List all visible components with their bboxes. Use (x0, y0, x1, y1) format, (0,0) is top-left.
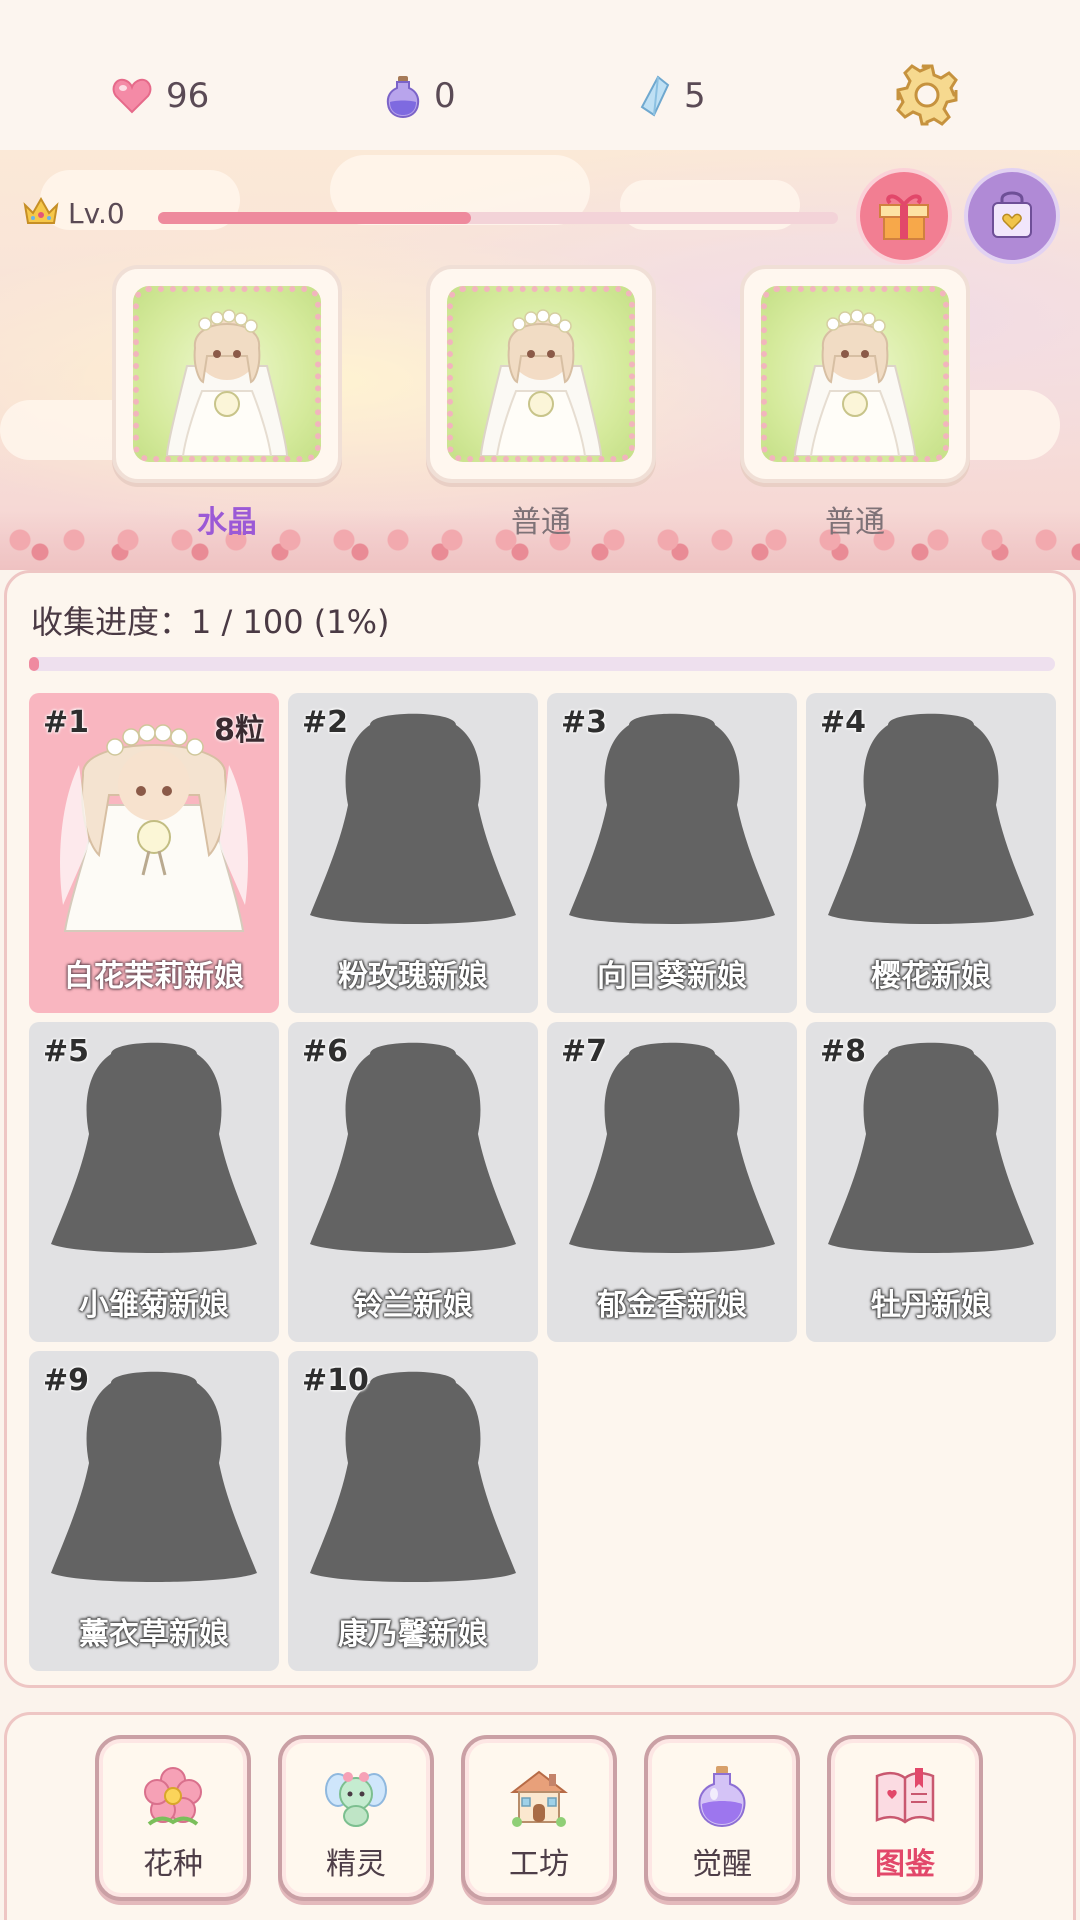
card-number: #8 (820, 1034, 867, 1069)
slot-rarity-label: 普通 (825, 505, 885, 540)
tab-label: 工坊 (509, 1847, 569, 1882)
collection-panel: 收集进度：1 / 100 (1%) #1 8粒白花茉莉新娘 #2 粉玫瑰新娘 #3 向日葵… (4, 570, 1076, 1688)
slot-rarity-label: 水晶 (197, 505, 257, 540)
card-name: 铃兰新娘 (353, 1288, 473, 1323)
slot-frame (426, 265, 656, 483)
display-slot[interactable]: 普通 (426, 265, 656, 541)
card-name: 白花茉莉新娘 (64, 959, 244, 994)
gift-icon (876, 187, 932, 245)
display-slot[interactable]: 普通 (740, 265, 970, 541)
collection-progress-bar (29, 657, 1055, 671)
card-name: 薰衣草新娘 (79, 1617, 229, 1652)
collection-card[interactable]: #8 牡丹新娘 (806, 1022, 1056, 1342)
potions-value: 0 (434, 76, 456, 116)
tab-label: 觉醒 (692, 1847, 752, 1882)
shop-bag-button[interactable] (968, 172, 1056, 260)
collection-card[interactable]: #9 薰衣草新娘 (29, 1351, 279, 1671)
card-name: 康乃馨新娘 (338, 1617, 488, 1652)
card-number: #7 (561, 1034, 608, 1069)
card-number: #10 (302, 1363, 369, 1398)
card-name: 向日葵新娘 (597, 959, 747, 994)
tab-label: 精灵 (326, 1847, 386, 1882)
bride-figure-icon (479, 309, 603, 456)
tab-spirits[interactable]: 精灵 (278, 1735, 434, 1901)
gift-button[interactable] (860, 172, 948, 260)
card-name: 郁金香新娘 (597, 1288, 747, 1323)
tab-label: 图鉴 (875, 1847, 935, 1882)
collection-card[interactable]: #1 8粒白花茉莉新娘 (29, 693, 279, 1013)
settings-gear-icon[interactable] (894, 62, 960, 128)
fairy-icon (321, 1761, 391, 1831)
collection-progress-text: 收集进度：1 / 100 (1%) (31, 603, 390, 641)
crystal-icon (640, 75, 670, 117)
shopping-bag-icon (987, 187, 1037, 245)
display-slot[interactable]: 水晶 (112, 265, 342, 541)
card-number: #1 (43, 705, 90, 740)
bride-portrait (761, 286, 949, 462)
crystals-counter: 5 (640, 68, 706, 124)
collection-card[interactable]: #10 康乃馨新娘 (288, 1351, 538, 1671)
card-number: #9 (43, 1363, 90, 1398)
potions-counter: 0 (386, 68, 456, 124)
garden-scene: Lv.0 水晶 普通 普通 (0, 150, 1080, 570)
slot-frame (112, 265, 342, 483)
card-name: 牡丹新娘 (871, 1288, 991, 1323)
collection-grid: #1 8粒白花茉莉新娘 #2 粉玫瑰新娘 #3 向日葵新娘 #4 樱花新娘 #5 小雏菊新娘 #6 铃… (29, 693, 1059, 1671)
tab-flower-seeds[interactable]: 花种 (95, 1735, 251, 1901)
slot-frame (740, 265, 970, 483)
resource-bar: 96 0 5 (0, 0, 1080, 150)
tab-collection-book[interactable]: 图鉴 (827, 1735, 983, 1901)
slot-rarity-label: 普通 (511, 505, 571, 540)
tab-workshop[interactable]: 工坊 (461, 1735, 617, 1901)
level-indicator: Lv.0 (22, 195, 125, 231)
card-number: #2 (302, 705, 349, 740)
level-progress-fill (158, 212, 471, 224)
card-number: #4 (820, 705, 867, 740)
collection-card[interactable]: #6 铃兰新娘 (288, 1022, 538, 1342)
heart-icon (112, 78, 152, 114)
card-name: 樱花新娘 (871, 959, 991, 994)
tab-awaken[interactable]: 觉醒 (644, 1735, 800, 1901)
card-name: 粉玫瑰新娘 (338, 959, 488, 994)
collection-card[interactable]: #5 小雏菊新娘 (29, 1022, 279, 1342)
bride-figure-icon (793, 309, 917, 456)
crown-icon (22, 195, 60, 231)
bride-figure-icon (165, 309, 289, 456)
bottom-nav: 花种 精灵 工坊 觉醒 图鉴 (4, 1712, 1076, 1920)
hearts-counter: 96 (112, 68, 209, 124)
collection-card[interactable]: #7 郁金香新娘 (547, 1022, 797, 1342)
flower-icon (138, 1761, 208, 1831)
potion-icon (386, 74, 420, 118)
card-number: #3 (561, 705, 608, 740)
collection-card[interactable]: #3 向日葵新娘 (547, 693, 797, 1013)
collection-progress-fill (29, 657, 40, 671)
book-icon (870, 1761, 940, 1831)
card-number: #5 (43, 1034, 90, 1069)
workshop-icon (504, 1761, 574, 1831)
potion-icon (687, 1761, 757, 1831)
level-progress-bar (158, 212, 838, 224)
tab-label: 花种 (143, 1847, 203, 1882)
card-quantity: 8粒 (214, 713, 265, 748)
card-name: 小雏菊新娘 (79, 1288, 229, 1323)
level-label: Lv.0 (68, 196, 125, 230)
bride-portrait (447, 286, 635, 462)
crystals-value: 5 (684, 76, 706, 116)
hearts-value: 96 (166, 76, 210, 116)
card-number: #6 (302, 1034, 349, 1069)
collection-card[interactable]: #2 粉玫瑰新娘 (288, 693, 538, 1013)
collection-card[interactable]: #4 樱花新娘 (806, 693, 1056, 1013)
bride-portrait (133, 286, 321, 462)
